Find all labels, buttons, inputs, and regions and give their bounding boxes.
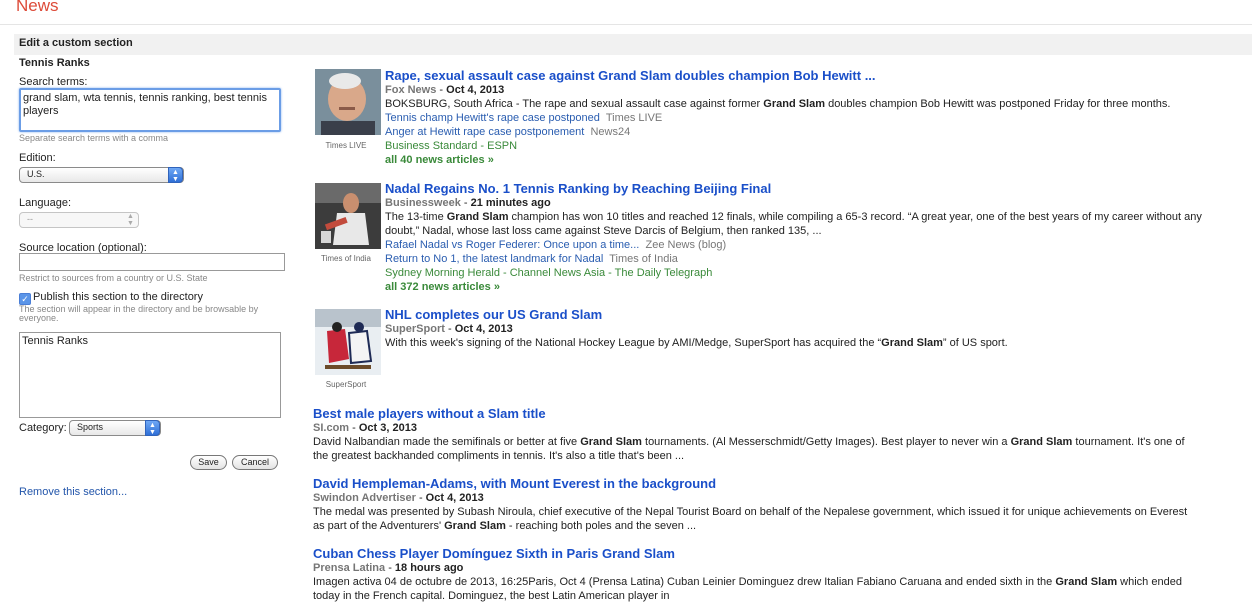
thumbnail-image[interactable] — [315, 69, 381, 135]
news-logo[interactable]: News — [16, 0, 59, 16]
search-terms-label: Search terms: — [19, 76, 88, 88]
language-label: Language: — [19, 197, 71, 209]
all-articles-link[interactable]: all 40 news articles » — [385, 153, 1225, 167]
result-date: Oct 4, 2013 — [446, 84, 505, 96]
related-article-source: Zee News (blog) — [645, 239, 727, 251]
search-terms-input[interactable]: grand slam, wta tennis, tennis ranking, … — [19, 88, 281, 132]
edition-select[interactable]: U.S. ▲ ▼ — [19, 167, 184, 183]
news-result: Cuban Chess Player Domínguez Sixth in Pa… — [313, 546, 1193, 603]
related-article: Anger at Hewitt rape case postponement N… — [385, 125, 1225, 139]
category-label: Category: — [19, 422, 67, 434]
all-articles-link[interactable]: all 372 news articles » — [385, 280, 1230, 294]
related-article: Rafael Nadal vs Roger Federer: Once upon… — [385, 238, 1230, 252]
result-date: Oct 4, 2013 — [425, 492, 484, 504]
source-location-hint: Restrict to sources from a country or U.… — [19, 273, 208, 283]
result-source[interactable]: Prensa Latina — [313, 562, 385, 574]
result-meta: Fox News - Oct 4, 2013 — [385, 84, 505, 96]
result-date: Oct 4, 2013 — [454, 323, 513, 335]
thumbnail-caption: Times of India — [321, 254, 371, 263]
thumbnail-caption: Times LIVE — [325, 141, 367, 150]
edition-label: Edition: — [19, 152, 56, 164]
result-source[interactable]: SuperSport — [385, 323, 445, 335]
thumbnail-image[interactable] — [315, 309, 381, 375]
category-select[interactable]: Sports ▲ ▼ — [69, 420, 161, 436]
result-title-link[interactable]: Rape, sexual assault case against Grand … — [385, 68, 1225, 83]
language-select-value: -- — [27, 214, 33, 224]
section-header-title: Edit a custom section — [19, 37, 133, 49]
search-terms-hint: Separate search terms with a comma — [19, 133, 169, 143]
save-button[interactable]: Save — [190, 455, 227, 470]
section-header-band — [14, 34, 1252, 55]
result-source[interactable]: Businessweek — [385, 197, 461, 209]
cancel-button[interactable]: Cancel — [232, 455, 278, 470]
check-icon: ✓ — [21, 294, 29, 304]
result-date: Oct 3, 2013 — [358, 422, 417, 434]
section-name: Tennis Ranks — [19, 57, 90, 69]
related-article-source: Times LIVE — [605, 112, 663, 124]
result-title-link[interactable]: David Hempleman-Adams, with Mount Everes… — [313, 476, 1193, 491]
related-article-link[interactable]: Anger at Hewitt rape case postponement — [385, 126, 584, 138]
result-snippet: Imagen activa 04 de octubre de 2013, 16:… — [313, 576, 1182, 602]
header-divider — [0, 24, 1252, 25]
related-article-link[interactable]: Return to No 1, the latest landmark for … — [385, 253, 603, 265]
publish-hint: The section will appear in the directory… — [19, 304, 259, 323]
category-select-value: Sports — [77, 422, 104, 432]
result-meta: SuperSport - Oct 4, 2013 — [385, 323, 513, 335]
publish-label: Publish this section to the directory — [33, 291, 203, 303]
source-location-input[interactable] — [19, 253, 285, 271]
language-select[interactable]: -- ▲ ▼ — [19, 212, 139, 228]
news-result: NHL completes our US Grand Slam SuperSpo… — [385, 307, 1230, 350]
description-input[interactable]: Tennis Ranks — [19, 332, 281, 418]
related-article: Return to No 1, the latest landmark for … — [385, 252, 1230, 266]
related-article: Tennis champ Hewitt's rape case postpone… — [385, 111, 1225, 125]
select-arrows-icon: ▲ ▼ — [127, 213, 134, 227]
result-meta: Swindon Advertiser - Oct 4, 2013 — [313, 492, 484, 504]
more-sources[interactable]: Business Standard - ESPN — [385, 139, 1225, 153]
result-meta: SI.com - Oct 3, 2013 — [313, 422, 417, 434]
result-snippet: BOKSBURG, South Africa - The rape and se… — [385, 98, 1171, 110]
result-date: 18 hours ago — [394, 562, 464, 574]
result-source[interactable]: SI.com — [313, 422, 349, 434]
remove-section-link[interactable]: Remove this section... — [19, 486, 127, 498]
result-title-link[interactable]: Nadal Regains No. 1 Tennis Ranking by Re… — [385, 181, 1230, 196]
related-article-source: Times of India — [609, 253, 678, 265]
result-source[interactable]: Swindon Advertiser — [313, 492, 416, 504]
result-snippet: The 13-time Grand Slam champion has won … — [385, 211, 1202, 237]
result-title-link[interactable]: Best male players without a Slam title — [313, 406, 1193, 421]
news-result: Rape, sexual assault case against Grand … — [385, 68, 1225, 167]
result-meta: Businessweek - 21 minutes ago — [385, 197, 551, 209]
news-result: David Hempleman-Adams, with Mount Everes… — [313, 476, 1193, 533]
result-date: 21 minutes ago — [470, 197, 551, 209]
result-title-link[interactable]: NHL completes our US Grand Slam — [385, 307, 1230, 322]
select-arrows-icon: ▲ ▼ — [168, 167, 183, 183]
result-snippet: David Nalbandian made the semifinals or … — [313, 436, 1185, 462]
result-meta: Prensa Latina - 18 hours ago — [313, 562, 464, 574]
thumbnail-caption: SuperSport — [325, 380, 367, 389]
news-result: Nadal Regains No. 1 Tennis Ranking by Re… — [385, 181, 1230, 294]
related-article-link[interactable]: Rafael Nadal vs Roger Federer: Once upon… — [385, 239, 639, 251]
result-snippet: With this week's signing of the National… — [385, 337, 1008, 349]
thumbnail-image[interactable] — [315, 183, 381, 249]
related-article-link[interactable]: Tennis champ Hewitt's rape case postpone… — [385, 112, 600, 124]
related-article-source: News24 — [590, 126, 631, 138]
result-snippet: The medal was presented by Subash Niroul… — [313, 506, 1188, 532]
more-sources[interactable]: Sydney Morning Herald - Channel News Asi… — [385, 266, 1230, 280]
select-arrows-icon: ▲ ▼ — [145, 420, 160, 436]
result-source[interactable]: Fox News — [385, 84, 436, 96]
result-title-link[interactable]: Cuban Chess Player Domínguez Sixth in Pa… — [313, 546, 1193, 561]
news-result: Best male players without a Slam title S… — [313, 406, 1193, 463]
edition-select-value: U.S. — [27, 169, 45, 179]
